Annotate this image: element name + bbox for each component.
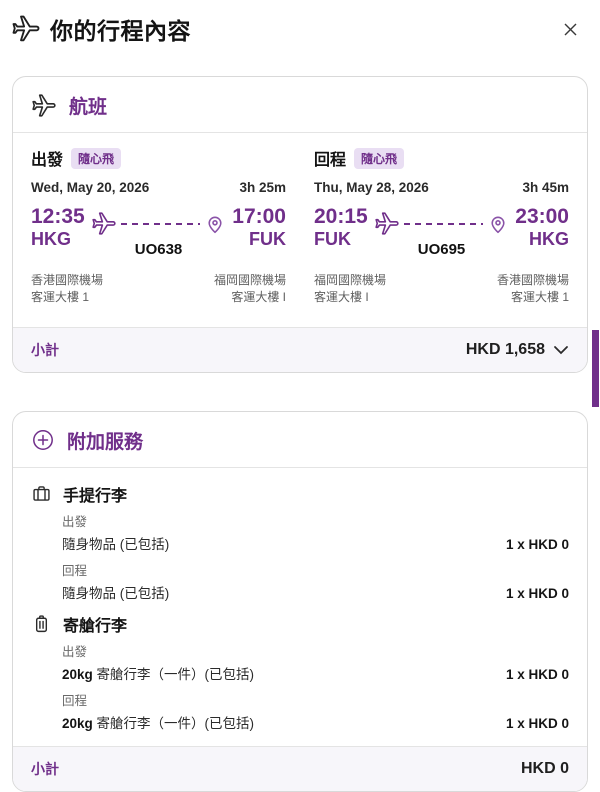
addons-card-title: 附加服務 — [67, 431, 144, 453]
departure-code: HKG — [31, 229, 71, 250]
arrival-airport: 香港國際機場 客運大樓 1 — [496, 273, 569, 305]
segment-date: Thu, May 28, 2026 — [314, 180, 429, 195]
departure-point: 12:35 HKG — [31, 205, 85, 250]
segment-return: 回程 隨心飛 Thu, May 28, 2026 3h 45m 20:15 FU… — [314, 146, 569, 307]
segment-outbound: 出發 隨心飛 Wed, May 20, 2026 3h 25m 12:35 HK… — [31, 146, 286, 307]
fare-badge: 隨心飛 — [71, 147, 122, 169]
group-title: 手提行李 — [63, 487, 128, 505]
route-dashed-line — [120, 223, 201, 225]
location-pin-icon — [487, 213, 509, 235]
location-pin-icon — [204, 213, 226, 235]
route-graphic: UO638 — [85, 205, 233, 258]
addon-price: 1 x HKD 0 — [505, 666, 569, 682]
departure-time: 20:15 — [314, 205, 368, 228]
suitcase-icon — [31, 613, 52, 634]
arrival-point: 17:00 FUK — [232, 205, 286, 250]
plane-icon — [10, 13, 42, 45]
page-title: 你的行程內容 — [50, 18, 191, 44]
subtotal-value: HKD 1,658 — [465, 340, 545, 358]
departure-time: 12:35 — [31, 205, 85, 228]
flight-segments: 出發 隨心飛 Wed, May 20, 2026 3h 25m 12:35 HK… — [13, 133, 587, 327]
direction-label: 出發 — [62, 644, 88, 659]
subtotal-label: 小計 — [31, 341, 59, 358]
addon-price: 1 x HKD 0 — [505, 536, 569, 552]
group-hand-baggage: 手提行李 出發 隨身物品 (已包括) 1 x HKD 0 回程 隨身物品 (已包… — [31, 482, 569, 602]
fare-badge: 隨心飛 — [354, 147, 405, 169]
addon-item: 隨身物品 (已包括) 1 x HKD 0 — [62, 536, 569, 552]
briefcase-icon — [31, 483, 52, 504]
arrival-point: 23:00 HKG — [515, 205, 569, 250]
departure-airport: 香港國際機場 客運大樓 1 — [31, 273, 104, 305]
scrollbar-thumb[interactable] — [592, 330, 599, 407]
flights-card: 航班 出發 隨心飛 Wed, May 20, 2026 3h 25m 12:35… — [12, 76, 588, 373]
flights-card-header: 航班 — [13, 77, 587, 132]
page-header: 你的行程內容 — [0, 0, 600, 46]
arrival-code: FUK — [249, 229, 286, 250]
plane-icon — [374, 211, 400, 237]
subtotal-label: 小計 — [31, 760, 59, 777]
subtotal-value: HKD 0 — [520, 759, 569, 777]
plane-icon — [91, 211, 117, 237]
plane-icon — [31, 93, 57, 119]
flights-card-title: 航班 — [69, 97, 108, 118]
chevron-down-icon[interactable] — [553, 345, 569, 355]
flights-subtotal-row[interactable]: 小計 HKD 1,658 — [13, 326, 587, 372]
departure-code: FUK — [314, 229, 351, 250]
group-checked-baggage: 寄艙行李 出發 20kg 寄艙行李（一件）(已包括) 1 x HKD 0 回程 … — [31, 612, 569, 732]
addon-price: 1 x HKD 0 — [505, 715, 569, 731]
addon-price: 1 x HKD 0 — [505, 585, 569, 601]
direction-label: 出發 — [62, 514, 88, 529]
departure-point: 20:15 FUK — [314, 205, 368, 250]
direction-label: 回程 — [62, 693, 88, 708]
direction-label: 回程 — [62, 563, 88, 578]
flight-number: UO695 — [417, 241, 466, 258]
close-icon[interactable] — [556, 15, 584, 43]
arrival-airport: 福岡國際機場 客運大樓 I — [213, 273, 286, 305]
group-title: 寄艙行李 — [63, 617, 128, 635]
segment-duration: 3h 45m — [522, 180, 569, 195]
arrival-time: 23:00 — [515, 205, 569, 228]
segment-direction-label: 出發 — [31, 152, 64, 169]
segment-duration: 3h 25m — [239, 180, 286, 195]
addon-item: 隨身物品 (已包括) 1 x HKD 0 — [62, 585, 569, 601]
segment-direction-label: 回程 — [314, 152, 347, 169]
plus-circle-icon — [31, 428, 55, 452]
route-graphic: UO695 — [368, 205, 516, 258]
addons-card: 附加服務 手提行李 出發 隨身物品 (已包括) 1 x HKD 0 回程 隨身物… — [12, 410, 588, 792]
departure-airport: 福岡國際機場 客運大樓 I — [314, 273, 387, 305]
segment-date: Wed, May 20, 2026 — [31, 180, 150, 195]
flight-number: UO638 — [134, 241, 183, 258]
addons-subtotal-row: 小計 HKD 0 — [13, 745, 587, 791]
addons-card-header: 附加服務 — [13, 412, 587, 467]
addon-item: 20kg 寄艙行李（一件）(已包括) 1 x HKD 0 — [62, 715, 569, 731]
route-dashed-line — [403, 223, 484, 225]
arrival-time: 17:00 — [232, 205, 286, 228]
arrival-code: HKG — [529, 229, 569, 250]
addon-item: 20kg 寄艙行李（一件）(已包括) 1 x HKD 0 — [62, 666, 569, 682]
